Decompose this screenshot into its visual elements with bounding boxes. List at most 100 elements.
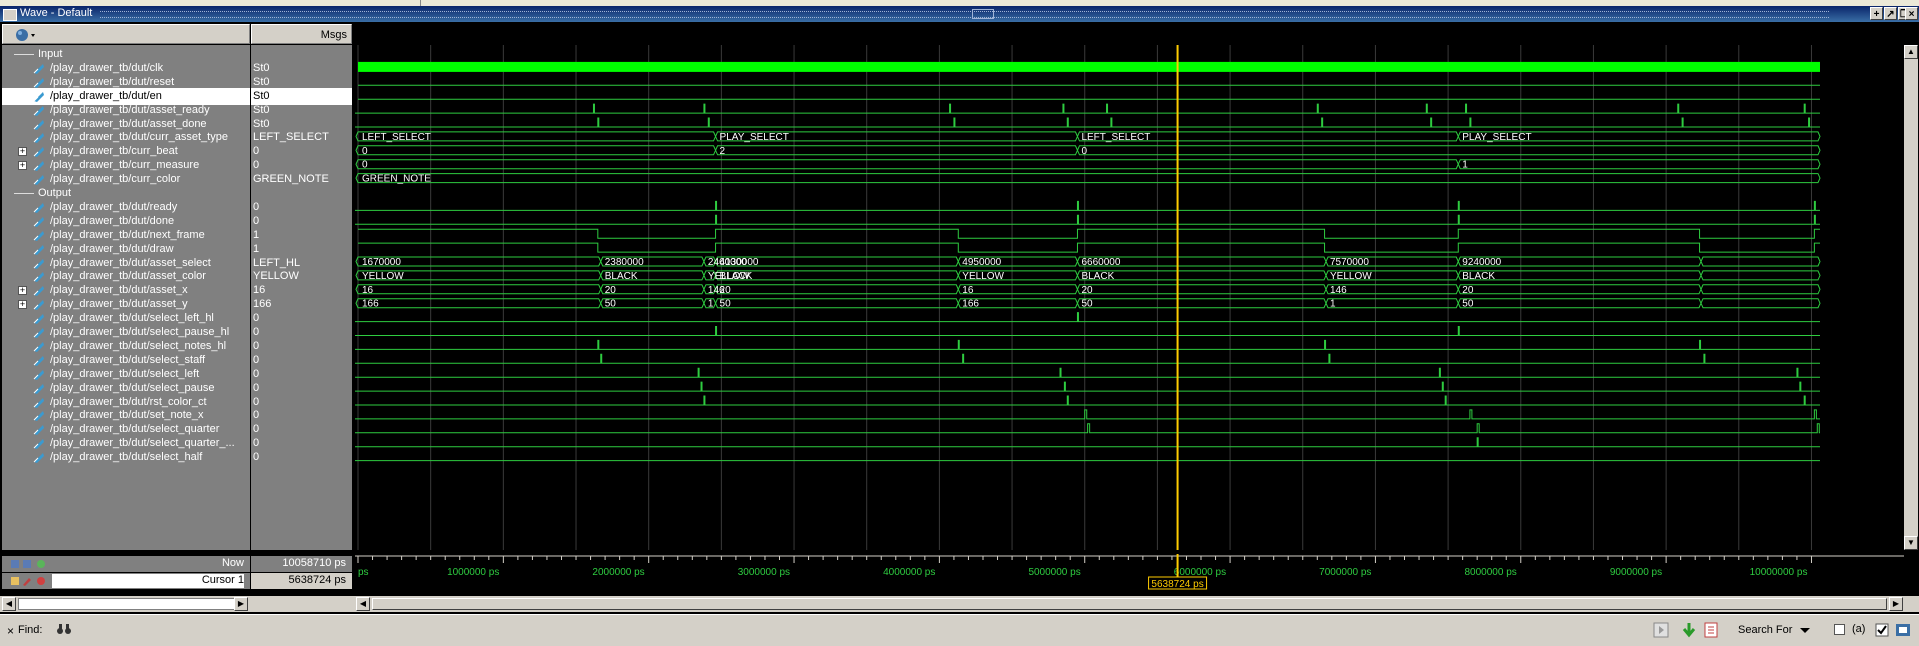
bus-value-label: LEFT_SELECT [362, 132, 431, 143]
wave-scroll-left-icon[interactable]: ◀ [356, 597, 370, 611]
cursor-icons[interactable] [10, 575, 50, 587]
wave-scroll-thumb[interactable] [372, 598, 1887, 610]
time-axis[interactable]: ps 1000000 ps 2000000 ps 3000000 ps 4000000 … [355, 554, 1904, 591]
bus-segment[interactable] [957, 284, 1079, 295]
bus-segment[interactable] [1457, 159, 1821, 170]
add-pane-icon[interactable]: + [1870, 7, 1883, 20]
bus-segment[interactable] [1700, 270, 1821, 281]
bus-value-label: 1 [1330, 299, 1336, 310]
bus-segment[interactable] [715, 284, 959, 295]
search-for-label[interactable]: Search For [1738, 624, 1792, 636]
expand-icon[interactable]: + [18, 161, 27, 171]
bus-segment[interactable] [355, 284, 602, 295]
axis-tick-label: 6000000 ps [1174, 567, 1226, 578]
bus-segment[interactable] [1076, 298, 1327, 309]
signal-trace[interactable] [355, 117, 1820, 128]
bus-segment[interactable] [1700, 284, 1821, 295]
search-dropdown-icon[interactable] [1796, 621, 1814, 639]
names-scroll-track[interactable] [18, 598, 244, 610]
expand-icon[interactable]: + [18, 286, 27, 296]
scroll-left-icon[interactable]: ◀ [2, 597, 16, 611]
bus-value-label: 1 [708, 299, 714, 310]
signal-trace[interactable] [355, 339, 1820, 350]
dock-grip-icon[interactable] [972, 9, 994, 19]
cursor-row-label: Cursor 1 [2, 573, 250, 589]
expand-icon[interactable]: + [18, 147, 27, 157]
find-options-icon[interactable] [1894, 621, 1912, 639]
scroll-right-icon[interactable]: ▶ [234, 597, 248, 611]
bus-segment[interactable] [600, 284, 705, 295]
bus-segment[interactable] [1076, 145, 1821, 156]
palette-dropdown-icon[interactable] [15, 28, 37, 42]
cursor-value-cell: 5638724 ps [251, 573, 352, 589]
bus-segment[interactable] [1700, 298, 1821, 309]
signal-trace[interactable] [355, 423, 1820, 434]
wave-window-icon [3, 9, 17, 21]
bus-value-label: 2380000 [605, 257, 644, 268]
signal-trace[interactable] [358, 228, 1820, 239]
bus-value-label: YELLOW [962, 271, 1004, 282]
signal-trace[interactable] [355, 103, 1820, 114]
signal-trace[interactable] [355, 312, 1820, 323]
bus-value-label: 166 [962, 299, 979, 310]
expand-icon[interactable]: + [18, 300, 27, 310]
clk-trace[interactable] [358, 61, 1820, 72]
axis-tick-label: ps [358, 567, 369, 578]
signal-trace[interactable] [355, 200, 1820, 211]
exact-checkbox[interactable] [1874, 621, 1892, 639]
time-icons[interactable] [10, 558, 50, 570]
signal-trace[interactable] [355, 367, 1820, 378]
signal-trace[interactable] [355, 353, 1820, 364]
bus-value-label: 4950000 [962, 257, 1001, 268]
bus-segment[interactable] [715, 298, 959, 309]
now-row-label: Now [2, 556, 250, 572]
signal-trace[interactable] [355, 409, 1820, 420]
match-case-checkbox[interactable] [1834, 624, 1845, 635]
find-doc-icon[interactable] [1702, 621, 1720, 639]
find-label: Find: [18, 624, 43, 636]
bus-segment[interactable] [1076, 270, 1327, 281]
vertical-scrollbar[interactable]: ▲ ▼ [1904, 45, 1918, 550]
signal-trace[interactable] [355, 437, 1820, 448]
signal-trace[interactable] [355, 214, 1820, 225]
drag-grip[interactable] [100, 11, 1829, 18]
cursor-label: Cursor 1 [201, 574, 244, 586]
bus-value-label: BLACK [720, 271, 753, 282]
close-icon[interactable]: × [1905, 7, 1918, 20]
bus-segment[interactable] [1076, 284, 1327, 295]
signal-trace[interactable] [355, 395, 1820, 406]
bus-segment[interactable] [355, 298, 602, 309]
group-line [14, 193, 34, 194]
bus-segment[interactable] [1700, 256, 1821, 267]
horizontal-scrollbar[interactable]: ◀ ▶ ◀ ▶ [0, 596, 1919, 612]
find-next-icon[interactable] [1652, 621, 1670, 639]
bus-value-label: 20 [1462, 285, 1474, 296]
signal-trace[interactable] [355, 326, 1820, 336]
bus-value-label: 166 [362, 299, 379, 310]
bus-value-label: 146 [1330, 285, 1347, 296]
wave-scroll-right-icon[interactable]: ▶ [1889, 597, 1903, 611]
bus-segment[interactable] [1325, 298, 1459, 309]
undock-icon[interactable]: ↗ [1884, 7, 1897, 20]
bus-segment[interactable] [355, 159, 1459, 170]
bus-value-label: 50 [720, 299, 732, 310]
signal-trace[interactable] [358, 242, 1820, 253]
bus-segment[interactable] [715, 145, 1079, 156]
bus-value-label: 0 [1081, 146, 1087, 157]
binoculars-icon[interactable] [56, 621, 72, 637]
bus-segment[interactable] [355, 145, 717, 156]
signal-values-pane: St0 St0 St0 St0 St0 LEFT_SELECT 0 0 GREEN_NOTE 0 0… [251, 45, 352, 550]
close-find-icon[interactable]: × [7, 624, 14, 638]
scroll-down-icon[interactable]: ▼ [1904, 536, 1918, 550]
bus-value-label: 7570000 [1330, 257, 1369, 268]
axis-tick-label: 5000000 ps [1028, 567, 1080, 578]
bus-segment[interactable] [600, 298, 705, 309]
find-down-icon[interactable] [1680, 621, 1698, 639]
scroll-up-icon[interactable]: ▲ [1904, 45, 1918, 59]
signal-row[interactable]: /play_drawer_tb/dut/select_half [2, 449, 250, 466]
bus-value-label: YELLOW [362, 271, 404, 282]
signal-trace[interactable] [355, 381, 1820, 392]
waveform-pane[interactable]: LEFT_SELECT PLAY_SELECT LEFT_SELECT PLAY_SE… [355, 45, 1904, 550]
bus-segment[interactable] [1457, 284, 1702, 295]
bus-segment[interactable] [1457, 298, 1702, 309]
